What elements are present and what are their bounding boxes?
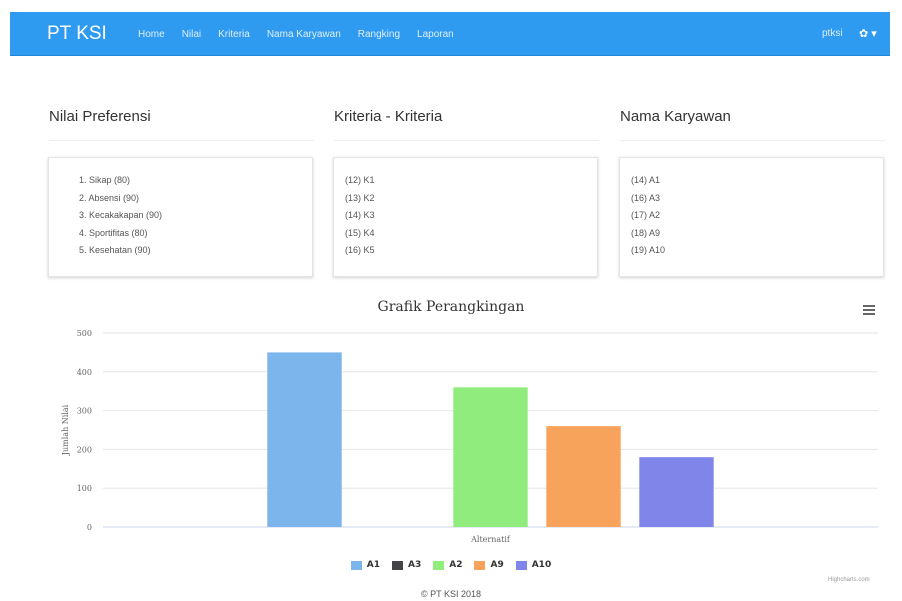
divider bbox=[49, 140, 314, 141]
legend-item-a3[interactable]: A3 bbox=[392, 560, 421, 570]
settings-gear-icon[interactable]: ✿ ▾ bbox=[859, 12, 877, 56]
criteria-list: (12) K1 (13) K2 (14) K3 (15) K4 (16) K5 bbox=[334, 158, 597, 260]
legend-label: A9 bbox=[490, 560, 504, 570]
chart-menu-icon[interactable] bbox=[863, 305, 875, 315]
employee-list: (14) A1 (16) A3 (17) A2 (18) A9 (19) A10 bbox=[620, 158, 883, 260]
list-item: (12) K1 bbox=[345, 175, 375, 185]
list-item: (18) A9 bbox=[631, 227, 661, 238]
panel-nama-karyawan: (14) A1 (16) A3 (17) A2 (18) A9 (19) A10 bbox=[619, 157, 884, 277]
highcharts-credits[interactable]: Highcharts.com bbox=[828, 577, 870, 583]
list-item: (15) K4 bbox=[345, 227, 375, 238]
y-tick-label: 500 bbox=[77, 329, 92, 338]
section-title-kriteria: Kriteria - Kriteria bbox=[334, 108, 443, 125]
bar-chart: 0 100 200 300 400 500 Jumlah Nilai Alternatif bbox=[61, 329, 878, 544]
list-item: 1. Sikap (80) bbox=[79, 175, 131, 185]
page-footer: © PT KSI 2018 bbox=[421, 589, 481, 599]
list-item: (16) K5 bbox=[345, 245, 375, 255]
y-tick-label: 0 bbox=[87, 523, 92, 532]
panel-kriteria: (12) K1 (13) K2 (14) K3 (15) K4 (16) K5 bbox=[333, 157, 598, 277]
nav-laporan[interactable]: Laporan bbox=[417, 29, 454, 40]
bar-a10 bbox=[639, 457, 714, 527]
legend-swatch bbox=[433, 560, 445, 570]
chart-legend: A1 A3 A2 A9 A10 bbox=[0, 560, 902, 570]
list-item: (14) A1 bbox=[631, 175, 661, 185]
y-axis-label: Jumlah Nilai bbox=[61, 404, 70, 456]
bar-a1 bbox=[267, 352, 342, 527]
divider bbox=[334, 140, 599, 141]
legend-label: A1 bbox=[366, 560, 381, 570]
list-item: (17) A2 bbox=[631, 210, 661, 220]
legend-item-a10[interactable]: A10 bbox=[515, 560, 552, 570]
section-title-nilai-preferensi: Nilai Preferensi bbox=[49, 108, 151, 125]
nav-menu: Home Nilai Kriteria Nama Karyawan Rangki… bbox=[138, 12, 471, 56]
y-tick-label: 100 bbox=[77, 484, 92, 493]
list-item: (16) A3 bbox=[631, 192, 661, 203]
legend-swatch bbox=[350, 560, 362, 570]
nav-nama-karyawan[interactable]: Nama Karyawan bbox=[267, 29, 341, 40]
list-item: 4. Sportifitas (80) bbox=[79, 227, 148, 238]
legend-item-a2[interactable]: A2 bbox=[433, 560, 462, 570]
bar-a9 bbox=[546, 426, 621, 527]
divider bbox=[620, 140, 885, 141]
chart-title: Grafik Perangkingan bbox=[377, 299, 525, 315]
preference-list: 1. Sikap (80) 2. Absensi (90) 3. Kecakak… bbox=[49, 158, 312, 260]
section-title-nama-karyawan: Nama Karyawan bbox=[620, 108, 731, 125]
x-axis-label: Alternatif bbox=[470, 535, 511, 544]
legend-swatch bbox=[392, 560, 404, 570]
y-tick-label: 400 bbox=[77, 368, 92, 377]
nav-rangking[interactable]: Rangking bbox=[358, 29, 400, 40]
legend-label: A10 bbox=[531, 560, 552, 570]
brand-logo[interactable]: PT KSI bbox=[47, 12, 107, 56]
legend-swatch bbox=[474, 560, 486, 570]
panel-nilai-preferensi: 1. Sikap (80) 2. Absensi (90) 3. Kecakak… bbox=[48, 157, 313, 277]
user-menu[interactable]: ptksi bbox=[822, 12, 843, 56]
legend-swatch bbox=[515, 560, 527, 570]
nav-nilai[interactable]: Nilai bbox=[182, 29, 201, 40]
list-item: (19) A10 bbox=[631, 245, 666, 255]
legend-item-a1[interactable]: A1 bbox=[350, 560, 381, 570]
legend-item-a9[interactable]: A9 bbox=[474, 560, 504, 570]
y-tick-label: 200 bbox=[77, 445, 92, 454]
list-item: 2. Absensi (90) bbox=[79, 192, 140, 203]
legend-label: A3 bbox=[408, 560, 422, 570]
navbar: PT KSI Home Nilai Kriteria Nama Karyawan… bbox=[10, 12, 890, 56]
list-item: (13) K2 bbox=[345, 192, 375, 203]
list-item: (14) K3 bbox=[345, 210, 375, 220]
nav-kriteria[interactable]: Kriteria bbox=[218, 29, 250, 40]
y-tick-label: 300 bbox=[77, 407, 92, 416]
legend-label: A2 bbox=[449, 560, 463, 570]
list-item: 5. Kesehatan (90) bbox=[79, 245, 151, 255]
nav-home[interactable]: Home bbox=[138, 29, 165, 40]
bar-a2 bbox=[453, 387, 528, 527]
list-item: 3. Kecakakapan (90) bbox=[79, 210, 163, 220]
